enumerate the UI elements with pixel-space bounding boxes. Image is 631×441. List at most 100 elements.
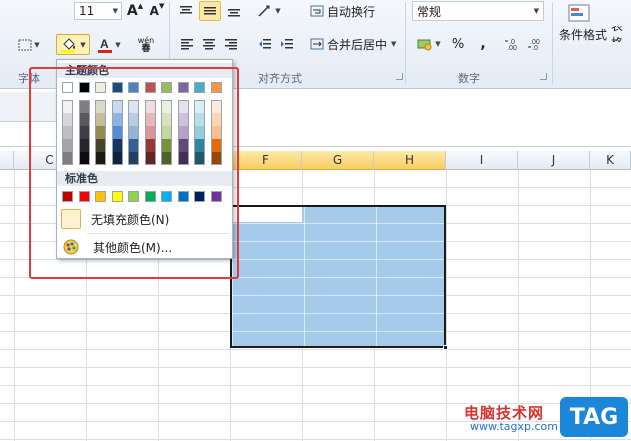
theme-shade-swatch[interactable]: [62, 139, 73, 152]
column-header-k[interactable]: K: [590, 151, 631, 170]
theme-shade-swatch[interactable]: [177, 100, 189, 113]
theme-color-swatch[interactable]: [95, 82, 106, 93]
fill-color-button[interactable]: ▼: [56, 34, 90, 55]
theme-shade-swatch[interactable]: [62, 113, 73, 126]
theme-shade-swatch[interactable]: [111, 100, 123, 113]
font-size-select[interactable]: 11 ▼: [74, 2, 122, 20]
merge-center-button[interactable]: 合并后居中 ▼: [310, 35, 404, 53]
standard-color-swatch[interactable]: [111, 191, 123, 202]
standard-color-swatch[interactable]: [95, 191, 106, 202]
standard-color-swatch[interactable]: [78, 191, 90, 202]
theme-shade-swatch[interactable]: [111, 113, 123, 126]
borders-button[interactable]: ▼: [14, 36, 44, 54]
theme-shade-swatch[interactable]: [161, 113, 172, 126]
theme-shade-swatch[interactable]: [144, 139, 156, 152]
decrease-font-button[interactable]: A ▼: [148, 2, 166, 20]
phonetic-button[interactable]: wén 春: [132, 33, 160, 57]
wrap-text-button[interactable]: 自动换行: [310, 2, 396, 20]
align-center-button[interactable]: [200, 36, 218, 52]
theme-shade-swatch[interactable]: [144, 100, 156, 113]
theme-color-swatch[interactable]: [144, 82, 156, 93]
theme-shade-swatch[interactable]: [95, 126, 106, 139]
theme-color-swatch[interactable]: [161, 82, 172, 93]
theme-shade-swatch[interactable]: [161, 139, 172, 152]
theme-shade-swatch[interactable]: [78, 139, 90, 152]
theme-shade-swatch[interactable]: [62, 152, 73, 165]
theme-shade-swatch[interactable]: [177, 113, 189, 126]
theme-shade-swatch[interactable]: [144, 113, 156, 126]
standard-color-swatch[interactable]: [177, 191, 189, 202]
column-header-j[interactable]: J: [518, 151, 590, 170]
theme-shade-swatch[interactable]: [111, 126, 123, 139]
theme-shade-swatch[interactable]: [177, 126, 189, 139]
theme-shade-swatch[interactable]: [95, 139, 106, 152]
theme-shade-swatch[interactable]: [210, 152, 222, 165]
theme-shade-swatch[interactable]: [210, 113, 222, 126]
theme-shade-swatch[interactable]: [78, 152, 90, 165]
theme-shade-swatch[interactable]: [78, 113, 90, 126]
theme-shade-swatch[interactable]: [144, 152, 156, 165]
number-dialog-launcher[interactable]: [540, 73, 547, 80]
standard-color-swatch[interactable]: [210, 191, 222, 202]
decrease-indent-button[interactable]: [256, 36, 274, 52]
theme-shade-swatch[interactable]: [95, 113, 106, 126]
theme-shade-swatch[interactable]: [210, 126, 222, 139]
column-header-g[interactable]: G: [302, 151, 374, 170]
percent-button[interactable]: %: [450, 35, 466, 53]
theme-shade-swatch[interactable]: [177, 139, 189, 152]
align-bottom-button[interactable]: [224, 2, 244, 20]
select-all-corner[interactable]: [0, 151, 14, 170]
theme-shade-swatch[interactable]: [161, 100, 172, 113]
standard-color-swatch[interactable]: [161, 191, 172, 202]
theme-color-swatch[interactable]: [62, 82, 73, 93]
theme-color-swatch[interactable]: [177, 82, 189, 93]
alignment-dialog-launcher[interactable]: [396, 73, 403, 80]
theme-color-swatch[interactable]: [128, 82, 139, 93]
theme-shade-swatch[interactable]: [161, 126, 172, 139]
accounting-format-button[interactable]: ▼: [414, 35, 444, 53]
theme-shade-swatch[interactable]: [194, 152, 205, 165]
increase-decimal-button[interactable]: .0.00: [503, 35, 523, 53]
theme-shade-swatch[interactable]: [62, 100, 73, 113]
theme-shade-swatch[interactable]: [210, 139, 222, 152]
align-left-button[interactable]: [178, 36, 196, 52]
theme-shade-swatch[interactable]: [161, 152, 172, 165]
theme-color-swatch[interactable]: [194, 82, 205, 93]
column-header-f[interactable]: F: [230, 151, 302, 170]
orientation-button[interactable]: ▼: [256, 2, 282, 20]
theme-color-swatch[interactable]: [111, 82, 123, 93]
theme-shade-swatch[interactable]: [144, 126, 156, 139]
align-top-button[interactable]: [176, 2, 196, 20]
column-header-i[interactable]: I: [446, 151, 518, 170]
theme-shade-swatch[interactable]: [78, 126, 90, 139]
increase-indent-button[interactable]: [278, 36, 296, 52]
font-color-button[interactable]: A ▼: [94, 34, 124, 55]
theme-shade-swatch[interactable]: [128, 126, 139, 139]
column-header-h[interactable]: H: [374, 151, 446, 170]
standard-color-swatch[interactable]: [144, 191, 156, 202]
align-middle-button[interactable]: [199, 1, 221, 21]
theme-shade-swatch[interactable]: [111, 139, 123, 152]
comma-button[interactable]: ,: [476, 35, 490, 53]
standard-color-swatch[interactable]: [62, 191, 73, 202]
align-right-button[interactable]: [222, 36, 240, 52]
theme-shade-swatch[interactable]: [62, 126, 73, 139]
conditional-format-button[interactable]: 条件格式: [556, 26, 610, 42]
theme-shade-swatch[interactable]: [194, 100, 205, 113]
increase-font-button[interactable]: A ▲: [126, 2, 144, 20]
number-format-select[interactable]: 常规 ▼: [412, 1, 544, 21]
standard-color-swatch[interactable]: [128, 191, 139, 202]
unfilled-cell[interactable]: [232, 207, 302, 222]
theme-shade-swatch[interactable]: [128, 113, 139, 126]
theme-color-swatch[interactable]: [210, 82, 222, 93]
theme-shade-swatch[interactable]: [111, 152, 123, 165]
theme-shade-swatch[interactable]: [78, 100, 90, 113]
decrease-decimal-button[interactable]: .00.0: [526, 35, 546, 53]
theme-shade-swatch[interactable]: [128, 152, 139, 165]
no-fill-item[interactable]: 无填充颜色(N): [59, 206, 230, 232]
theme-shade-swatch[interactable]: [194, 139, 205, 152]
theme-shade-swatch[interactable]: [128, 139, 139, 152]
theme-color-swatch[interactable]: [78, 82, 90, 93]
theme-shade-swatch[interactable]: [194, 113, 205, 126]
more-colors-item[interactable]: 其他颜色(M)...: [59, 234, 230, 260]
